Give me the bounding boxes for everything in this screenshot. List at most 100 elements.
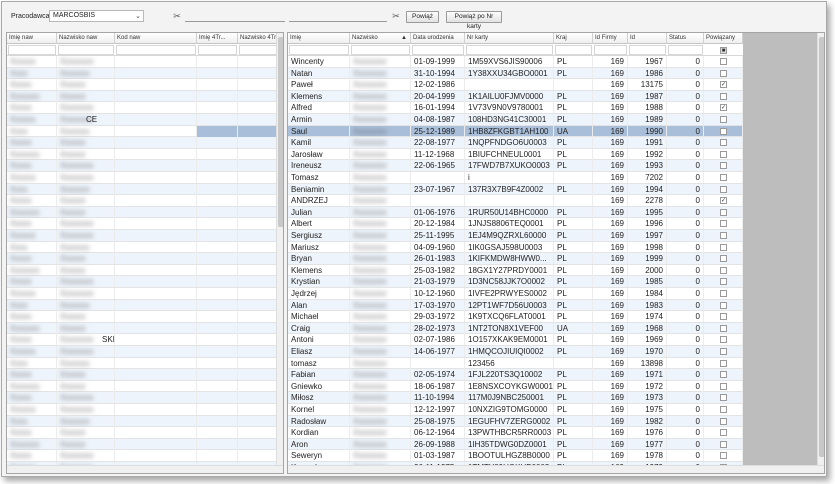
table-cell[interactable]: 0: [667, 276, 704, 288]
table-cell[interactable]: PL: [554, 102, 593, 114]
table-row[interactable]: Xxxxxxx Xxxxxx: [7, 438, 277, 451]
table-cell[interactable]: Michael: [288, 311, 350, 323]
table-row[interactable]: Xxxx Xxxxxxx: [7, 183, 277, 196]
table-cell[interactable]: [238, 415, 277, 427]
table-row[interactable]: Xxxxx Xxxxxx: [7, 253, 277, 265]
table-cell[interactable]: Natan: [288, 67, 350, 79]
table-cell[interactable]: 169: [593, 392, 628, 404]
table-row[interactable]: Antoni Xxxxxxxx 02-07-1986 1O157XKAK9EM0001…: [288, 334, 743, 346]
table-cell[interactable]: [115, 369, 197, 381]
table-cell[interactable]: Mariusz: [288, 241, 350, 253]
table-row[interactable]: Xxxxx Xxxxxx: [7, 79, 277, 91]
table-cell[interactable]: Kordian: [288, 427, 350, 439]
table-cell[interactable]: 11-10-1994: [411, 392, 465, 404]
table-cell[interactable]: [197, 160, 238, 172]
table-cell[interactable]: 0: [667, 195, 704, 207]
table-row[interactable]: Saul Xxxxxxxx 25-12-1989 1HB8ZFKGBT1AH100 UA…: [288, 125, 743, 138]
cell-surname-redacted[interactable]: Xxxxxxxx: [350, 172, 411, 183]
cell-surname-redacted[interactable]: Xxxxxxxx: [350, 114, 411, 125]
table-cell[interactable]: [115, 357, 197, 369]
table-cell[interactable]: [411, 357, 465, 369]
table-cell[interactable]: 10NXZIG9TOMG0000: [465, 404, 554, 415]
col-header[interactable]: Nazwisko 4Trans: [238, 33, 278, 44]
table-cell[interactable]: 1999: [628, 253, 667, 265]
table-cell[interactable]: 1972: [628, 380, 667, 392]
table-cell[interactable]: [197, 322, 238, 334]
table-row[interactable]: Kamil Xxxxxxxx 22-08-1977 1NQPFNDGO6U0003 PL…: [288, 137, 743, 149]
table-cell[interactable]: 1K1AILU0FJMV0000: [465, 90, 554, 102]
table-row[interactable]: Aron Xxxxxxxx 26-09-1988 1IH35TDWG0DZ0001 PL…: [288, 438, 743, 451]
table-cell[interactable]: 169: [593, 230, 628, 241]
table-cell[interactable]: 1RUR50U14BHC0000: [465, 206, 554, 218]
table-cell[interactable]: PL: [554, 404, 593, 415]
cell-redacted[interactable]: Xxxxx: [7, 195, 57, 207]
table-cell[interactable]: 169: [593, 404, 628, 415]
table-cell[interactable]: [115, 183, 197, 195]
table-row[interactable]: Beniamin Xxxxxxxx 23-07-1967 137R3X7B9F4Z00…: [288, 183, 743, 196]
table-row[interactable]: Paweł Xxxxxxxx 12-02-1986 169 13175 0 ✓: [288, 79, 743, 91]
table-cell[interactable]: [411, 172, 465, 183]
table-row[interactable]: Sergiusz Xxxxxxxx 25-11-1995 1EJ4M9QZRXL600…: [288, 230, 743, 242]
table-cell[interactable]: 18GX1Y27PRDY0001: [465, 264, 554, 276]
table-cell[interactable]: 169: [593, 206, 628, 218]
linked-checkbox[interactable]: [720, 301, 727, 309]
table-cell[interactable]: 1KIFKMDW8HWW0...: [465, 253, 554, 265]
table-cell[interactable]: 0: [667, 125, 704, 137]
cell-surname-redacted[interactable]: Xxxxxxxx: [350, 195, 411, 207]
table-cell[interactable]: 1EGUFHV7ZERG0002: [465, 415, 554, 427]
table-cell[interactable]: [115, 288, 197, 299]
cell-surname-redacted[interactable]: Xxxxxxxx: [350, 276, 411, 288]
table-cell[interactable]: Klemens: [288, 264, 350, 276]
table-cell[interactable]: PL: [554, 264, 593, 276]
linked-checkbox[interactable]: [720, 255, 727, 263]
table-cell[interactable]: [238, 67, 277, 79]
table-cell[interactable]: [238, 334, 277, 346]
table-cell[interactable]: 1971: [628, 369, 667, 381]
table-cell[interactable]: 169: [593, 346, 628, 357]
link-button[interactable]: Powiąż: [406, 11, 439, 23]
table-cell[interactable]: [238, 56, 277, 67]
table-cell[interactable]: 1Y38XXU34GBO0001: [465, 67, 554, 79]
table-row[interactable]: Eliasz Xxxxxxxx 14-06-1977 1HMQCOJIUIQI0002…: [288, 346, 743, 358]
table-row[interactable]: Xxxxxxx Xxxxxx: [7, 322, 277, 335]
table-cell[interactable]: PL: [554, 56, 593, 67]
table-row[interactable]: Xxxxx Xxxxxxxx: [7, 276, 277, 288]
table-row[interactable]: Tomasz Xxxxxxxx i 169 7202 0: [288, 172, 743, 184]
table-cell[interactable]: [238, 357, 277, 369]
table-cell[interactable]: [238, 102, 277, 114]
cell-surname-redacted[interactable]: Xxxxxxxx: [350, 322, 411, 334]
cell-redacted[interactable]: Xxxxxxx: [7, 380, 57, 392]
table-cell[interactable]: 25-08-1975: [411, 415, 465, 427]
table-cell[interactable]: [465, 79, 554, 91]
table-cell[interactable]: 18-06-1987: [411, 380, 465, 392]
table-cell[interactable]: PL: [554, 230, 593, 241]
cell-redacted[interactable]: Xxxxxxxx: [57, 218, 115, 230]
table-row[interactable]: XxxxxxXxxxxxxx: [7, 230, 277, 242]
table-cell[interactable]: 0: [667, 241, 704, 253]
table-row[interactable]: Xxxxx Xxxxxxxx: [7, 218, 277, 230]
col-header[interactable]: Id: [628, 33, 667, 44]
filter-cell[interactable]: [116, 45, 196, 55]
table-row[interactable]: Gniewko Xxxxxxxx 18-06-1987 1E8NSXCOYKGW000…: [288, 380, 743, 393]
table-cell[interactable]: 1984: [628, 288, 667, 299]
filter-cell[interactable]: [594, 45, 627, 55]
cell-redacted[interactable]: Xxxxxxxx: [57, 160, 115, 172]
cell-redacted[interactable]: Xxxxxx: [57, 380, 115, 392]
table-cell[interactable]: [115, 148, 197, 160]
table-cell[interactable]: [115, 438, 197, 450]
table-cell[interactable]: [197, 299, 238, 311]
cell-redacted[interactable]: Xxxxxx: [7, 114, 57, 125]
table-row[interactable]: Wincenty Xxxxxxxx 01-09-1999 1M59XVS6JIS900…: [288, 56, 743, 68]
table-cell[interactable]: 1977: [628, 438, 667, 450]
table-cell[interactable]: [238, 311, 277, 323]
cell-surname-redacted[interactable]: Xxxxxxxx: [350, 380, 411, 392]
table-cell[interactable]: Saul: [288, 125, 350, 137]
cell-surname-redacted[interactable]: Xxxxxxxx: [350, 102, 411, 114]
table-cell[interactable]: Miłosz: [288, 392, 350, 404]
table-cell[interactable]: 1IH35TDWG0DZ0001: [465, 438, 554, 450]
table-cell[interactable]: [238, 114, 277, 125]
table-cell[interactable]: 169: [593, 369, 628, 381]
table-cell[interactable]: 22-06-1965: [411, 160, 465, 172]
table-cell[interactable]: 1997: [628, 230, 667, 241]
table-cell[interactable]: 7202: [628, 172, 667, 183]
